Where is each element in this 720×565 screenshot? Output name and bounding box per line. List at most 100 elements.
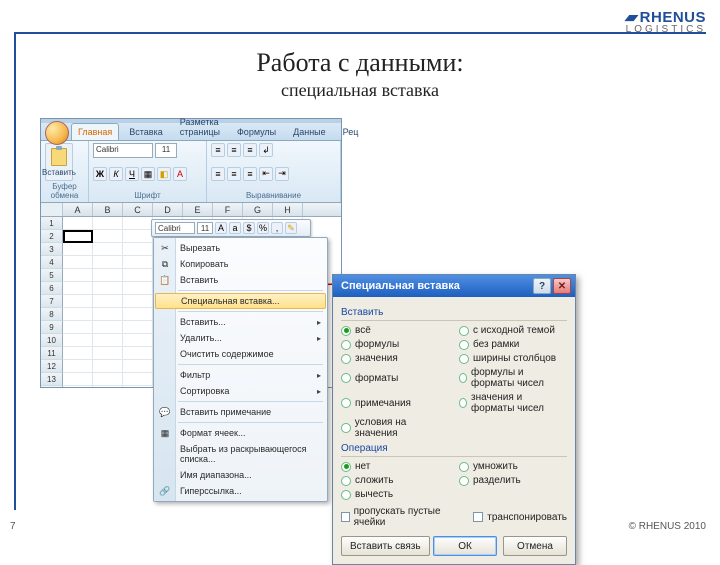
cell[interactable] [93, 256, 123, 269]
context-menu-item[interactable]: Выбрать из раскрывающегося списка... [154, 441, 327, 467]
cell[interactable] [63, 334, 93, 347]
row-header[interactable]: 2 [41, 230, 63, 243]
cell[interactable] [93, 217, 123, 230]
cell[interactable] [93, 360, 123, 373]
align-bot-button[interactable]: ≡ [243, 143, 257, 157]
row-header[interactable]: 1 [41, 217, 63, 230]
cell[interactable] [63, 217, 93, 230]
cell[interactable] [123, 243, 153, 256]
radio-option[interactable]: условия на значения [341, 417, 449, 439]
radio-option[interactable]: сложить [341, 475, 449, 486]
radio-option[interactable]: с исходной темой [459, 325, 567, 336]
close-button[interactable]: ✕ [553, 278, 571, 294]
italic-button[interactable]: К [109, 167, 123, 181]
radio-option[interactable]: формулы и форматы чисел [459, 367, 567, 389]
cell[interactable] [93, 230, 123, 243]
cell[interactable] [123, 217, 153, 230]
cell[interactable] [93, 334, 123, 347]
cell[interactable] [93, 308, 123, 321]
fill-color-button[interactable]: ◧ [157, 167, 171, 181]
paste-link-button[interactable]: Вставить связь [341, 536, 430, 556]
font-name-select[interactable]: Calibri [93, 143, 153, 158]
row-header[interactable]: 11 [41, 347, 63, 360]
cell[interactable] [93, 347, 123, 360]
row-header[interactable]: 3 [41, 243, 63, 256]
help-button[interactable]: ? [533, 278, 551, 294]
wrap-button[interactable]: ↲ [259, 143, 273, 157]
radio-option[interactable]: умножить [459, 461, 567, 472]
cell[interactable] [63, 269, 93, 282]
align-center-button[interactable]: ≡ [227, 167, 241, 181]
row-header[interactable]: 5 [41, 269, 63, 282]
border-button[interactable]: ▦ [141, 167, 155, 181]
cell[interactable] [93, 282, 123, 295]
ribbon-tab[interactable]: Данные [286, 123, 333, 140]
cell[interactable] [93, 321, 123, 334]
underline-button[interactable]: Ч [125, 167, 139, 181]
cell[interactable] [63, 282, 93, 295]
radio-option[interactable]: значения [341, 353, 449, 364]
context-menu-item[interactable]: Сортировка▸ [154, 383, 327, 399]
ribbon-tab[interactable]: Главная [71, 123, 119, 140]
cell[interactable] [123, 334, 153, 347]
transpose-checkbox[interactable]: транспонировать [473, 506, 567, 528]
radio-option[interactable]: без рамки [459, 339, 567, 350]
cell[interactable] [123, 321, 153, 334]
radio-option[interactable]: вычесть [341, 489, 449, 500]
cell[interactable] [63, 256, 93, 269]
context-menu-item[interactable]: Удалить...▸ [154, 330, 327, 346]
font-size-select[interactable]: 11 [155, 143, 177, 158]
skip-blanks-checkbox[interactable]: пропускать пустые ячейки [341, 506, 453, 528]
cell[interactable] [123, 386, 153, 387]
column-header[interactable]: H [273, 203, 303, 216]
row-header[interactable]: 12 [41, 360, 63, 373]
context-menu-item[interactable]: Очистить содержимое [154, 346, 327, 362]
context-menu-item[interactable]: Имя диапазона... [154, 467, 327, 483]
ok-button[interactable]: ОК [433, 536, 497, 556]
column-header[interactable]: B [93, 203, 123, 216]
cell[interactable] [123, 295, 153, 308]
column-header[interactable]: E [183, 203, 213, 216]
cell[interactable] [63, 386, 93, 387]
mini-font-select[interactable]: Calibri [155, 222, 195, 234]
column-headers[interactable]: ABCDEFGH [41, 203, 341, 217]
radio-option[interactable]: нет [341, 461, 449, 472]
mini-paint-icon[interactable]: ✎ [285, 222, 297, 234]
context-menu-item[interactable]: Специальная вставка... [155, 293, 326, 309]
indent-inc-button[interactable]: ⇥ [275, 167, 289, 181]
row-header[interactable]: 8 [41, 308, 63, 321]
cell[interactable] [123, 269, 153, 282]
column-header[interactable]: C [123, 203, 153, 216]
cell[interactable] [63, 373, 93, 386]
context-menu-item[interactable]: ▦Формат ячеек... [154, 425, 327, 441]
cell[interactable] [93, 373, 123, 386]
bold-button[interactable]: Ж [93, 167, 107, 181]
mini-grow-font-icon[interactable]: A [215, 222, 227, 234]
paste-button[interactable]: Вставить [45, 143, 73, 181]
cell[interactable] [63, 308, 93, 321]
cell[interactable] [93, 295, 123, 308]
radio-option[interactable]: форматы [341, 367, 449, 389]
dialog-titlebar[interactable]: Специальная вставка ? ✕ [333, 275, 575, 297]
radio-option[interactable]: значения и форматы чисел [459, 392, 567, 414]
row-header[interactable]: 6 [41, 282, 63, 295]
office-orb-icon[interactable] [45, 121, 69, 145]
cell[interactable] [123, 282, 153, 295]
cell[interactable] [93, 269, 123, 282]
column-header[interactable]: G [243, 203, 273, 216]
mini-shrink-font-icon[interactable]: a [229, 222, 241, 234]
row-header[interactable]: 13 [41, 373, 63, 386]
cell[interactable] [63, 347, 93, 360]
align-right-button[interactable]: ≡ [243, 167, 257, 181]
ribbon-tab[interactable]: Рец [336, 123, 366, 140]
align-left-button[interactable]: ≡ [211, 167, 225, 181]
row-header[interactable]: 10 [41, 334, 63, 347]
active-cell[interactable] [63, 230, 93, 243]
context-menu-item[interactable]: Вставить...▸ [154, 314, 327, 330]
column-header[interactable]: D [153, 203, 183, 216]
ribbon-tab[interactable]: Формулы [230, 123, 283, 140]
cancel-button[interactable]: Отмена [503, 536, 567, 556]
context-menu-item[interactable]: 💬Вставить примечание [154, 404, 327, 420]
cell[interactable] [123, 347, 153, 360]
row-header[interactable]: 9 [41, 321, 63, 334]
